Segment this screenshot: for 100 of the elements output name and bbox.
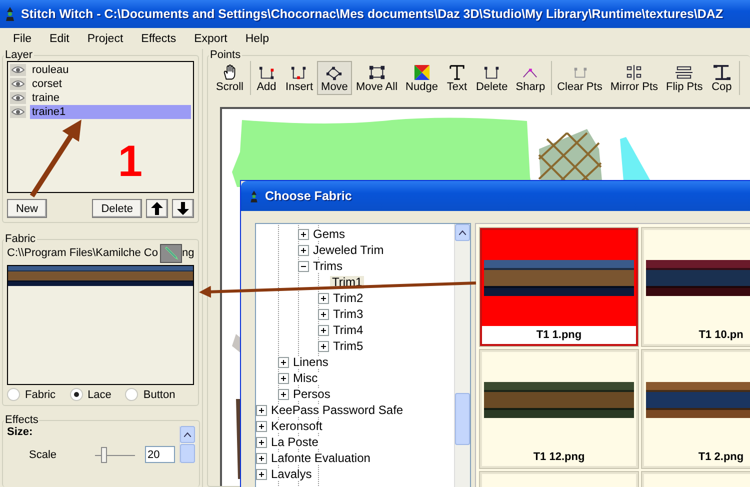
expand-icon[interactable]: [278, 372, 289, 384]
tool-button[interactable]: Scroll: [212, 61, 248, 95]
radio-dot[interactable]: [125, 388, 138, 401]
window-title: Stitch Witch - C:\Documents and Settings\Chocornac\Mes documents\Daz 3D\Studio\My Library\Runtime\textures\DAZ: [21, 7, 724, 21]
tool-button[interactable]: Clear Pts: [553, 61, 606, 95]
menu-item[interactable]: File: [4, 33, 41, 45]
tree-item[interactable]: Lavalys: [269, 468, 314, 480]
scroll-up-button[interactable]: [180, 426, 195, 443]
menu-item[interactable]: Help: [236, 33, 278, 45]
new-button[interactable]: New: [7, 199, 48, 218]
thumbnail-tile[interactable]: T1 2.png: [642, 350, 750, 468]
move-down-button[interactable]: [172, 199, 194, 218]
tool-button[interactable]: Add: [252, 61, 282, 95]
annotation-number: 1: [118, 140, 142, 184]
thumbnail-tile[interactable]: T1 1.png: [480, 228, 638, 346]
points-icon: [710, 64, 733, 81]
eye-icon[interactable]: [10, 78, 26, 90]
expand-icon[interactable]: [298, 228, 309, 240]
thumbnail-tile[interactable]: T1 10.pn: [642, 228, 750, 346]
section-label: Size:: [7, 426, 34, 438]
group-title: Fabric: [4, 233, 37, 245]
eyedropper-button[interactable]: [160, 244, 182, 262]
scrollbar-thumb[interactable]: [180, 444, 195, 463]
tree-item[interactable]: Trims: [311, 260, 345, 272]
type-radio[interactable]: Lace: [70, 388, 112, 401]
tree-item[interactable]: Persos: [291, 388, 332, 400]
type-radio[interactable]: Button: [125, 388, 176, 401]
points-icon: [673, 64, 696, 81]
witch-icon: [4, 7, 16, 21]
tree-item[interactable]: Lafonte Evaluation: [269, 452, 372, 464]
tool-button[interactable]: Move: [317, 61, 352, 95]
expand-icon[interactable]: [256, 436, 267, 448]
move-up-button[interactable]: [146, 199, 168, 218]
expand-icon[interactable]: [318, 308, 329, 320]
up-arrow-icon: [151, 202, 163, 215]
expand-icon[interactable]: [256, 452, 267, 464]
scroll-up-button[interactable]: [455, 224, 470, 241]
tree-item[interactable]: Misc: [291, 372, 320, 384]
layer-item[interactable]: rouleau: [30, 63, 191, 77]
fabric-path: ng: [182, 247, 194, 259]
tree-item[interactable]: Trim3: [331, 308, 366, 320]
tree-item[interactable]: Trim2: [331, 292, 366, 304]
scale-label: Scale: [29, 448, 57, 460]
scale-input[interactable]: 20: [144, 446, 175, 463]
eye-icon[interactable]: [10, 92, 26, 104]
file-name: T1 1.png: [482, 326, 636, 344]
menu-item[interactable]: Export: [185, 33, 236, 45]
tool-button[interactable]: Nudge: [402, 61, 442, 95]
menu-item[interactable]: Effects: [132, 33, 186, 45]
dialog-title: Choose Fabric: [265, 189, 352, 203]
type-radio[interactable]: Fabric: [7, 388, 56, 401]
delete-button[interactable]: Delete: [92, 199, 142, 218]
radio-dot[interactable]: [70, 388, 83, 401]
scroll-up-icon: [459, 230, 466, 235]
radio-dot[interactable]: [7, 388, 20, 401]
tool-button[interactable]: Text: [442, 61, 472, 95]
expand-icon[interactable]: [298, 244, 309, 256]
scrollbar[interactable]: [454, 224, 470, 487]
expand-icon[interactable]: [256, 420, 267, 432]
tool-button[interactable]: Insert: [282, 61, 318, 95]
thumbnail-tile[interactable]: T1 12.png: [480, 350, 638, 468]
menu-item[interactable]: Project: [78, 33, 132, 45]
expand-icon[interactable]: [318, 324, 329, 336]
fabric-path: C:\\Program Files\Kamilche Co: [7, 247, 158, 259]
expand-icon[interactable]: [318, 292, 329, 304]
tool-button[interactable]: Delete: [472, 61, 512, 95]
tree-item[interactable]: Trim5: [331, 340, 366, 352]
scrollbar-thumb[interactable]: [455, 393, 470, 445]
expand-icon[interactable]: [278, 388, 289, 400]
witch-icon: [249, 190, 259, 202]
expand-icon[interactable]: [278, 356, 289, 368]
eye-icon[interactable]: [10, 106, 26, 118]
tool-button[interactable]: Sharp: [512, 61, 550, 95]
slider-thumb[interactable]: [100, 446, 107, 462]
tree-item[interactable]: KeePass Password Safe: [269, 404, 406, 416]
down-arrow-icon: [177, 202, 189, 215]
collapse-icon[interactable]: [298, 260, 309, 272]
expand-icon[interactable]: [256, 468, 267, 480]
scrollbar[interactable]: [178, 426, 195, 463]
tree-item[interactable]: Jeweled Trim: [311, 244, 386, 256]
layer-item[interactable]: corset: [30, 77, 191, 91]
layer-item[interactable]: traine1: [30, 105, 191, 119]
scale-slider[interactable]: [94, 446, 135, 462]
tree-item[interactable]: Gems: [311, 228, 348, 240]
group-title: Effects: [4, 414, 40, 426]
tree-item[interactable]: Keronsoft: [269, 420, 324, 432]
expand-icon[interactable]: [318, 340, 329, 352]
file-name: T1 10.pn: [698, 328, 744, 343]
file-name: T1 2.png: [697, 450, 745, 465]
eye-icon[interactable]: [10, 64, 26, 76]
tool-button[interactable]: Move All: [352, 61, 402, 95]
menu-item[interactable]: Edit: [40, 33, 78, 45]
tree-item[interactable]: Trim4: [331, 324, 366, 336]
tree-item[interactable]: La Poste: [269, 436, 320, 448]
tree-item[interactable]: Linens: [291, 356, 330, 368]
layer-item[interactable]: traine: [30, 91, 191, 105]
tool-button[interactable]: Flip Pts: [662, 61, 707, 95]
expand-icon[interactable]: [256, 404, 267, 416]
tool-button[interactable]: Cop: [706, 61, 737, 95]
tool-button[interactable]: Mirror Pts: [606, 61, 662, 95]
